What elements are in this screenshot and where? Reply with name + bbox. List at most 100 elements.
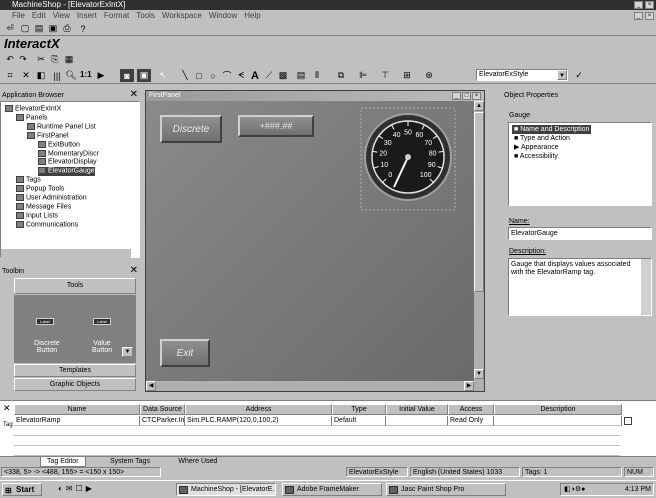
size-icon[interactable]: ⊛ xyxy=(422,69,436,82)
tree-item[interactable]: User Administration xyxy=(16,194,87,202)
tab-system-tags[interactable]: System Tags xyxy=(104,457,156,467)
tab-where-used[interactable]: Where Used xyxy=(172,457,223,467)
grid-header-2[interactable]: Address xyxy=(185,404,332,415)
menu-item-help[interactable]: Help xyxy=(244,10,260,21)
menu-item-window[interactable]: Window xyxy=(209,10,237,21)
cut-icon[interactable]: ✂ xyxy=(34,53,48,66)
grid-cell[interactable]: Read Only xyxy=(448,416,494,426)
value-display[interactable]: +###.## xyxy=(238,115,314,137)
delete-icon[interactable]: ✕ xyxy=(19,69,33,82)
panel-hscrollbar[interactable]: ◀ ▶ xyxy=(146,381,484,391)
tools-tab[interactable]: Tools xyxy=(14,278,136,294)
menu-item-file[interactable]: File xyxy=(12,10,25,21)
align-left-icon[interactable]: ⊫ xyxy=(356,69,370,82)
image-icon[interactable]: ◧ xyxy=(34,69,48,82)
description-scrollbar[interactable] xyxy=(641,259,651,315)
tree-item[interactable]: MomentaryDiscr xyxy=(38,149,99,158)
scroll-left-icon[interactable]: ◀ xyxy=(146,381,156,391)
panel-vscrollbar[interactable]: ▲ ▼ xyxy=(474,101,484,381)
graphic-objects-tab[interactable]: Graphic Objects xyxy=(14,378,136,391)
name-field[interactable]: ElevatorGauge xyxy=(508,227,652,240)
tree-item[interactable]: ElevatorDisplay xyxy=(38,158,97,166)
grid-cell[interactable] xyxy=(386,416,448,426)
table-row[interactable] xyxy=(14,446,620,456)
zoom-icon[interactable]: 🔍︎ xyxy=(64,69,78,82)
grid-cell[interactable]: ElevatorRamp xyxy=(14,416,140,426)
polygon-icon[interactable]: ᗕ xyxy=(234,69,248,82)
align-icon[interactable]: ⫴ xyxy=(310,69,324,82)
step-icon[interactable]: ▶ xyxy=(94,69,108,82)
doc-minimize-button[interactable]: _ xyxy=(634,12,643,20)
tree-item[interactable]: Panels xyxy=(16,113,47,122)
tree-item[interactable]: Input Lists xyxy=(16,211,58,220)
doc-close-button[interactable]: × xyxy=(645,12,654,20)
ellipse-icon[interactable]: ○ xyxy=(206,69,220,82)
grid-header-3[interactable]: Type xyxy=(332,404,386,415)
scroll-right-icon[interactable]: ▶ xyxy=(464,381,474,391)
taskbar-button[interactable]: MachineShop - [ElevatorE... xyxy=(176,483,276,496)
bring-front-icon[interactable]: ▤ xyxy=(294,69,308,82)
line-icon[interactable]: ╲ xyxy=(178,69,192,82)
close-icon[interactable]: ✕ xyxy=(130,90,138,100)
print-icon[interactable]: ⎙ xyxy=(60,22,74,35)
tree-item[interactable]: Popup Tools xyxy=(16,185,64,193)
grid-header-0[interactable]: Name xyxy=(14,404,140,415)
text-icon[interactable]: A xyxy=(248,69,262,82)
copy-icon[interactable]: ⎘ xyxy=(48,53,62,66)
props-list-item[interactable]: ■ Name and Description xyxy=(512,125,592,134)
chevron-down-icon[interactable]: ▼ xyxy=(557,70,567,80)
undo-icon[interactable]: ↶ xyxy=(3,53,17,66)
panel-canvas[interactable]: Discrete +###.## Exit 0 10 20 30 40 50 60 70 80 9… xyxy=(146,101,474,381)
tree-item[interactable]: Message Files xyxy=(16,202,71,211)
pointer-icon[interactable]: ↖ xyxy=(156,69,170,82)
panel-maximize-button[interactable]: □ xyxy=(462,92,471,100)
panel-minimize-button[interactable]: _ xyxy=(452,92,461,100)
tree-item[interactable]: ExitButton xyxy=(38,140,80,149)
tree-item[interactable]: Tags xyxy=(16,176,41,184)
table-row[interactable] xyxy=(14,426,620,436)
select-panel-icon[interactable]: ◙ xyxy=(120,69,134,82)
taskbar-button[interactable]: Jasc Paint Shop Pro xyxy=(386,483,506,496)
help-icon[interactable]: ? xyxy=(76,22,90,35)
style-select[interactable]: ElevatorExStyle ▼ xyxy=(476,69,568,81)
zoom-level[interactable]: 1:1 xyxy=(80,70,92,79)
bitmap-icon[interactable]: ▩ xyxy=(276,69,290,82)
panel-icon[interactable]: ▣ xyxy=(137,69,151,82)
tray-icons[interactable]: ◧◑⚙● xyxy=(564,484,585,495)
elevator-gauge[interactable]: 010 20 3040 50 6070 80 90 100 xyxy=(360,107,456,211)
quick-launch-icons[interactable]: ◐✉☐▶ xyxy=(58,484,95,493)
group-icon[interactable]: ⧉ xyxy=(334,69,348,82)
align-top-icon[interactable]: ⊤ xyxy=(378,69,392,82)
menu-item-view[interactable]: View xyxy=(53,10,70,21)
snap-grid-icon[interactable]: ⌗ xyxy=(3,69,17,82)
menu-item-workspace[interactable]: Workspace xyxy=(162,10,202,21)
menu-item-format[interactable]: Format xyxy=(104,10,129,21)
panel-close-button[interactable]: × xyxy=(472,92,481,100)
open-folder-icon[interactable]: ▤ xyxy=(32,22,46,35)
exit-button[interactable]: Exit xyxy=(160,339,210,367)
redo-icon[interactable]: ↷ xyxy=(16,53,30,66)
table-row[interactable] xyxy=(14,436,620,446)
scroll-down-icon[interactable]: ▼ xyxy=(474,369,484,379)
space-icon[interactable]: ⊞ xyxy=(400,69,414,82)
save-icon[interactable]: ▣ xyxy=(46,22,60,35)
discrete-button[interactable]: Discrete xyxy=(160,115,222,143)
new-file-icon[interactable]: ▢ xyxy=(18,22,32,35)
rectangle-icon[interactable]: □ xyxy=(192,69,206,82)
props-list-item[interactable]: ■ Type and Action xyxy=(512,134,572,143)
arc-icon[interactable]: ⌒ xyxy=(220,69,234,82)
close-icon[interactable]: ✕ xyxy=(130,266,138,276)
scroll-up-icon[interactable]: ▲ xyxy=(474,101,484,111)
grid-cell[interactable] xyxy=(494,416,622,426)
tree-item[interactable]: FirstPanel xyxy=(27,131,69,140)
tree-item[interactable]: Runtime Panel List xyxy=(27,122,96,131)
grid-lines-icon[interactable]: ||| xyxy=(50,69,64,82)
minimize-button[interactable]: _ xyxy=(634,1,643,9)
templates-tab[interactable]: Templates xyxy=(14,364,136,377)
close-icon[interactable]: ✕ xyxy=(3,403,11,414)
taskbar-button[interactable]: Adobe FrameMaker xyxy=(282,483,382,496)
tree-item[interactable]: Communications xyxy=(16,220,78,229)
tree-hscrollbar[interactable] xyxy=(1,249,131,258)
grid-cell[interactable]: Sim.PLC.RAMP(120,0,100,2) xyxy=(185,416,332,426)
chevron-down-icon[interactable]: ▼ xyxy=(122,347,133,357)
